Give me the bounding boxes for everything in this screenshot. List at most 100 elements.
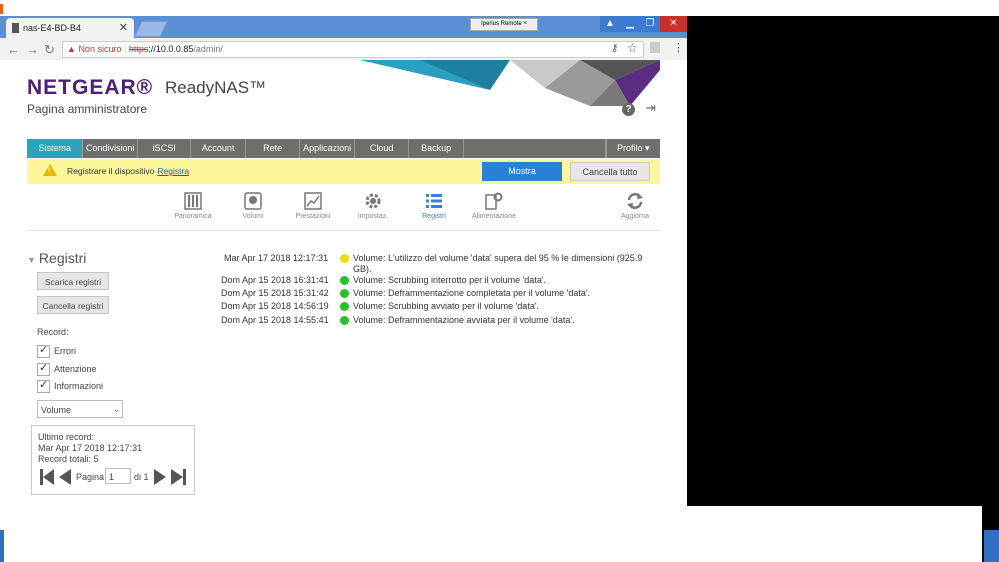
sidebar-title[interactable]: ▼ Registri	[27, 250, 86, 266]
log-text: Volume: L'utilizzo del volume 'data' sup…	[353, 253, 643, 274]
remote-indicator[interactable]: Iperius Remote ˅	[470, 18, 538, 31]
browser-window: nas-E4-BD-B4 ✕ Iperius Remote ˅ ▲ ▁ ❐ ✕ …	[0, 16, 687, 506]
subnav-power[interactable]: Alimentazione	[464, 192, 524, 220]
errors-checkbox[interactable]	[37, 343, 50, 358]
warnings-checkbox[interactable]	[37, 361, 50, 376]
logout-icon[interactable]: ⇥	[645, 100, 656, 116]
close-tab-icon[interactable]: ✕	[119, 21, 128, 34]
log-date: Dom Apr 15 2018 14:56:19	[221, 301, 329, 311]
remote-label: Iperius Remote	[481, 21, 522, 27]
show-button[interactable]: Mostra	[482, 162, 562, 181]
register-link[interactable]: Registra	[157, 166, 189, 176]
info-status-icon	[340, 316, 349, 325]
clear-logs-button[interactable]: Cancella registri	[37, 296, 109, 314]
tab-applicazioni[interactable]: Applicazioni	[300, 139, 355, 158]
last-page-icon[interactable]	[171, 469, 187, 485]
page-input[interactable]: 1	[105, 468, 131, 484]
netgear-logo: NETGEAR®	[27, 76, 154, 99]
filter-errors[interactable]: Errori	[37, 343, 76, 358]
tab-cloud[interactable]: Cloud	[355, 139, 410, 158]
help-icon[interactable]: ?	[622, 103, 635, 116]
product-name: ReadyNAS™	[165, 78, 267, 97]
top-strip	[0, 0, 999, 16]
new-tab-button[interactable]	[134, 21, 168, 37]
warnings-label: Attenzione	[54, 363, 97, 374]
log-date: Dom Apr 15 2018 15:31:42	[221, 288, 329, 298]
last-record-value: Mar Apr 17 2018 12:17:31	[38, 443, 143, 453]
prev-page-icon[interactable]	[58, 469, 72, 485]
alert-message: Registrare il dispositivo	[67, 166, 155, 176]
url-path: /admin/	[193, 44, 223, 54]
tab-iscsi[interactable]: iSCSI	[138, 139, 192, 158]
subnav-logs[interactable]: Registri	[404, 192, 464, 220]
close-window-icon[interactable]: ✕	[660, 16, 687, 32]
log-entry: Dom Apr 15 2018 15:31:42 Volume: Deframm…	[188, 288, 648, 300]
download-logs-button[interactable]: Scarica registri	[37, 272, 109, 290]
menu-icon[interactable]: ⋮	[673, 41, 684, 54]
log-text: Volume: Deframmentazione completata per …	[353, 288, 591, 298]
readynas-page: NETGEAR® ReadyNAS™ Pagina amministratore…	[0, 60, 687, 506]
page-of: di 1	[134, 472, 149, 482]
subnav-settings[interactable]: Impostaz.	[343, 192, 403, 220]
forward-icon[interactable]: →	[26, 42, 39, 57]
collapse-triangle-icon: ▼	[27, 255, 36, 265]
info-checkbox[interactable]	[37, 378, 50, 393]
info-status-icon	[340, 302, 349, 311]
user-icon[interactable]: ▲	[600, 16, 620, 32]
divider	[27, 230, 660, 231]
refresh-button[interactable]: Aggiorna	[605, 192, 665, 220]
tab-account[interactable]: Account	[191, 139, 246, 158]
subnav-volumes[interactable]: Volumi	[223, 192, 283, 220]
subnav-overview[interactable]: Panoramica	[163, 192, 223, 220]
cancel-all-button[interactable]: Cancella tutto	[570, 162, 650, 181]
refresh-icon	[627, 193, 643, 209]
minimize-icon[interactable]: ▁	[620, 16, 640, 32]
log-entry: Dom Apr 15 2018 14:56:19 Volume: Scrubbi…	[188, 301, 648, 313]
reload-icon[interactable]: ↻	[44, 42, 55, 58]
tab-backup[interactable]: Backup	[409, 139, 464, 158]
log-text: Volume: Deframmentazione avviata per il …	[353, 315, 575, 325]
profile-menu[interactable]: Profilo ▾	[605, 139, 660, 158]
log-date: Mar Apr 17 2018 12:17:31	[224, 253, 329, 263]
tab-sistema[interactable]: Sistema	[27, 139, 84, 158]
chevron-down-icon: ˅	[523, 21, 527, 27]
errors-label: Errori	[54, 345, 76, 356]
gear-icon	[365, 193, 381, 209]
main-nav: Sistema Condivisioni iSCSI Account Rete …	[27, 139, 660, 158]
log-entry: Dom Apr 15 2018 14:55:41 Volume: Deframm…	[188, 315, 648, 327]
subnav-performance[interactable]: Prestazioni	[283, 192, 343, 220]
log-date: Dom Apr 15 2018 14:55:41	[221, 315, 329, 325]
warning-status-icon	[340, 254, 349, 263]
record-label: Record:	[37, 327, 69, 337]
subnav-volumes-label: Volumi	[242, 213, 264, 220]
info-status-icon	[340, 276, 349, 285]
next-page-icon[interactable]	[153, 469, 167, 485]
taskbar-right	[984, 530, 999, 562]
extension-icon[interactable]	[650, 42, 660, 53]
star-icon[interactable]: ☆	[627, 41, 638, 55]
key-icon[interactable]: ⚷	[611, 43, 618, 54]
file-icon	[12, 23, 19, 33]
log-entry: Dom Apr 15 2018 16:31:41 Volume: Scrubbi…	[188, 275, 648, 287]
category-select-value: Volume	[41, 405, 72, 415]
tab-title: nas-E4-BD-B4	[23, 23, 82, 33]
filter-info[interactable]: Informazioni	[37, 378, 103, 393]
filter-warnings[interactable]: Attenzione	[37, 361, 97, 376]
chart-icon	[304, 192, 322, 210]
subnav-overview-label: Panoramica	[174, 213, 212, 220]
tab-condivisioni[interactable]: Condivisioni	[83, 139, 138, 158]
restore-icon[interactable]: ❐	[640, 16, 660, 32]
desktop-bottom	[0, 506, 982, 562]
category-select[interactable]: Volume ⌄	[37, 400, 123, 418]
record-info-box: Ultimo record: Mar Apr 17 2018 12:17:31 …	[31, 425, 195, 495]
orange-edge	[0, 4, 3, 14]
log-text: Volume: Scrubbing interrotto per il volu…	[353, 275, 547, 285]
warning-icon: ▲	[67, 44, 76, 54]
title-bar: nas-E4-BD-B4 ✕ Iperius Remote ˅ ▲ ▁ ❐ ✕	[0, 16, 687, 38]
tab-rete[interactable]: Rete	[246, 139, 301, 158]
power-settings-icon	[485, 192, 503, 210]
back-icon[interactable]: ←	[7, 42, 20, 57]
browser-tab[interactable]: nas-E4-BD-B4 ✕	[6, 18, 134, 38]
url-field[interactable]: ▲ Non sicuro | https://10.0.0.85/admin/	[62, 41, 644, 58]
log-date: Dom Apr 15 2018 16:31:41	[221, 275, 329, 285]
